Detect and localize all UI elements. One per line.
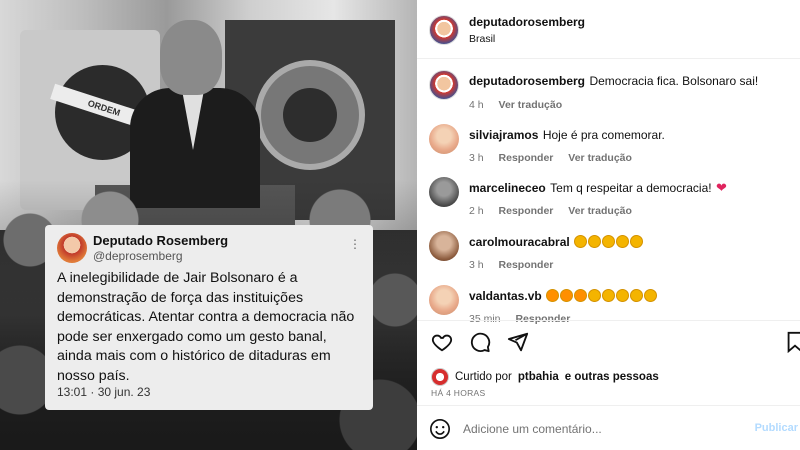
comment-item: carolmouracabral 3 h Responder	[469, 233, 644, 271]
divider	[417, 320, 800, 321]
save-bookmark-icon[interactable]	[784, 331, 800, 353]
post-image[interactable]: ORDEM Deputado Rosemberg @deprosemberg ⋮…	[0, 0, 417, 450]
comment-bubble-icon[interactable]	[469, 331, 491, 353]
author-username[interactable]: deputadorosemberg	[469, 15, 585, 29]
heart-emoji-icon: ❤	[716, 180, 727, 195]
comment-input[interactable]	[463, 422, 723, 436]
tweet-text: A inelegibilidade de Jair Bolsonaro é a …	[57, 270, 355, 384]
speaker-head	[160, 20, 222, 95]
comment-item: marcelineceo Tem q respeitar a democraci…	[469, 179, 727, 217]
post-caption: deputadorosemberg Democracia fica. Bolso…	[469, 72, 758, 111]
divider	[417, 405, 800, 406]
liked-by-username[interactable]: ptbahia	[518, 371, 559, 383]
tweet-timestamp: 13:01 · 30 jun. 23	[57, 385, 151, 399]
caption-author-avatar[interactable]	[429, 70, 459, 100]
commenter-avatar[interactable]	[429, 285, 459, 315]
reply-link[interactable]: Responder	[515, 313, 570, 325]
instagram-post-view: ORDEM Deputado Rosemberg @deprosemberg ⋮…	[0, 0, 800, 450]
commenter-avatar[interactable]	[429, 124, 459, 154]
tweet-author-handle: @deprosemberg	[93, 249, 183, 263]
comment-item: silviajramos Hoje é pra comemorar. 3 h R…	[469, 126, 665, 164]
post-location[interactable]: Brasil	[469, 33, 495, 45]
comment-time: 2 h	[469, 205, 484, 217]
post-side-panel: deputadorosemberg Brasil deputadorosembe…	[417, 0, 800, 450]
caption-time: 4 h	[469, 99, 484, 111]
add-comment-row	[429, 418, 723, 440]
post-time-ago: HÁ 4 HORAS	[431, 388, 486, 398]
author-avatar[interactable]	[429, 15, 459, 45]
see-translation-link[interactable]: Ver tradução	[568, 152, 632, 164]
publish-button[interactable]: Publicar	[755, 422, 798, 434]
like-heart-icon[interactable]	[431, 331, 453, 353]
comment-username[interactable]: carolmouracabral	[469, 235, 570, 249]
more-vertical-icon: ⋮	[349, 237, 361, 251]
share-send-icon[interactable]	[507, 331, 529, 353]
speaker-figure	[130, 20, 260, 208]
comment-time: 35 min	[469, 313, 501, 325]
comment-text: Hoje é pra comemorar.	[542, 128, 665, 142]
caption-text: Democracia fica. Bolsonaro sai!	[589, 74, 759, 88]
caption-username[interactable]: deputadorosemberg	[469, 74, 585, 88]
emoji-smiley-icon[interactable]	[429, 418, 451, 440]
commenter-avatar[interactable]	[429, 177, 459, 207]
reply-link[interactable]: Responder	[499, 259, 554, 271]
coat-of-arms-star	[255, 60, 365, 170]
comment-time: 3 h	[469, 152, 484, 164]
reply-link[interactable]: Responder	[499, 152, 554, 164]
see-translation-link[interactable]: Ver tradução	[568, 205, 632, 217]
liked-by-prefix: Curtido por	[455, 371, 512, 383]
liked-by-row: Curtido por ptbahia e outras pessoas	[431, 368, 659, 386]
divider	[417, 58, 800, 59]
commenter-avatar[interactable]	[429, 231, 459, 261]
tweet-avatar	[57, 233, 87, 263]
action-bar	[431, 331, 529, 353]
comment-time: 3 h	[469, 259, 484, 271]
clapping-hands-emoji-icons	[574, 233, 644, 250]
comment-username[interactable]: marcelineceo	[469, 181, 546, 195]
celebration-emoji-icons	[546, 287, 658, 304]
liker-avatar[interactable]	[431, 368, 449, 386]
comment-username[interactable]: valdantas.vb	[469, 289, 542, 303]
comment-text: Tem q respeitar a democracia!	[550, 181, 712, 195]
tweet-card: Deputado Rosemberg @deprosemberg ⋮ A ine…	[45, 225, 373, 410]
reply-link[interactable]: Responder	[499, 205, 554, 217]
see-translation-link[interactable]: Ver tradução	[499, 99, 563, 111]
liked-by-others-link[interactable]: e outras pessoas	[565, 371, 659, 383]
comment-username[interactable]: silviajramos	[469, 128, 538, 142]
tweet-author-name: Deputado Rosemberg	[93, 233, 229, 248]
